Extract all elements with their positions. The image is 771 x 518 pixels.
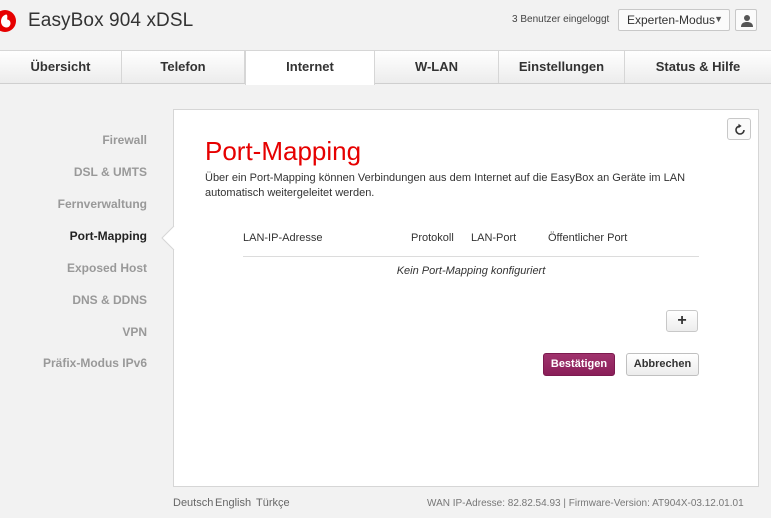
- sidebar-item-dns-ddns[interactable]: DNS & DDNS: [72, 293, 147, 307]
- users-logged-in: 3 Benutzer eingeloggt: [512, 14, 610, 25]
- refresh-icon: [735, 123, 745, 135]
- tab-uebersicht[interactable]: Übersicht: [0, 51, 122, 83]
- user-button[interactable]: [735, 9, 757, 31]
- page-description: Über ein Port-Mapping können Verbindunge…: [205, 172, 686, 199]
- tab-status-hilfe[interactable]: Status & Hilfe: [625, 51, 771, 83]
- sidebar-item-dsl-umts[interactable]: DSL & UMTS: [74, 165, 147, 179]
- vodafone-logo-icon: [0, 10, 16, 32]
- empty-table-message: Kein Port-Mapping konfiguriert: [396, 265, 546, 277]
- table-divider: [243, 256, 699, 257]
- mode-select-value: Experten-Modus: [627, 13, 716, 27]
- caret-down-icon: ▼: [714, 14, 723, 24]
- language-link-english[interactable]: English: [215, 497, 251, 509]
- sidebar-item-vpn[interactable]: VPN: [122, 325, 147, 339]
- tab-einstellungen[interactable]: Einstellungen: [499, 51, 625, 83]
- sidebar-item-firewall[interactable]: Firewall: [102, 133, 147, 147]
- page-title: Port-Mapping: [205, 136, 362, 166]
- mode-select[interactable]: Experten-Modus ▼: [618, 9, 730, 31]
- column-header-protocol: Protokoll: [411, 232, 454, 244]
- sidebar-item-port-mapping[interactable]: Port-Mapping: [70, 229, 147, 243]
- content-panel: Port-Mapping Über ein Port-Mapping könne…: [173, 109, 759, 487]
- add-mapping-button[interactable]: +: [666, 310, 698, 332]
- tab-telefon[interactable]: Telefon: [122, 51, 245, 83]
- column-header-public-port: Öffentlicher Port: [548, 232, 628, 244]
- sidebar-item-praefix-modus-ipv6[interactable]: Präfix-Modus IPv6: [43, 356, 147, 370]
- language-link-tuerkce[interactable]: Türkçe: [256, 497, 290, 509]
- tab-wlan[interactable]: W-LAN: [375, 51, 499, 83]
- footer-status-info: WAN IP-Adresse: 82.82.54.93 | Firmware-V…: [427, 498, 744, 509]
- column-header-lan-ip: LAN-IP-Adresse: [243, 232, 323, 244]
- user-icon: [741, 15, 753, 27]
- sidebar-item-fernverwaltung[interactable]: Fernverwaltung: [58, 197, 147, 211]
- language-link-deutsch[interactable]: Deutsch: [173, 497, 213, 509]
- brand-title: EasyBox 904 xDSL: [28, 10, 194, 31]
- column-header-lan-port: LAN-Port: [471, 232, 517, 244]
- tab-internet[interactable]: Internet: [245, 51, 375, 85]
- sidebar-item-exposed-host[interactable]: Exposed Host: [67, 261, 147, 275]
- main-nav: Übersicht Telefon Internet W-LAN Einstel…: [0, 50, 771, 85]
- cancel-button[interactable]: Abbrechen: [626, 353, 699, 376]
- header: EasyBox 904 xDSL 3 Benutzer eingeloggt E…: [0, 0, 771, 42]
- refresh-button[interactable]: [727, 118, 751, 140]
- confirm-button[interactable]: Bestätigen: [543, 353, 615, 376]
